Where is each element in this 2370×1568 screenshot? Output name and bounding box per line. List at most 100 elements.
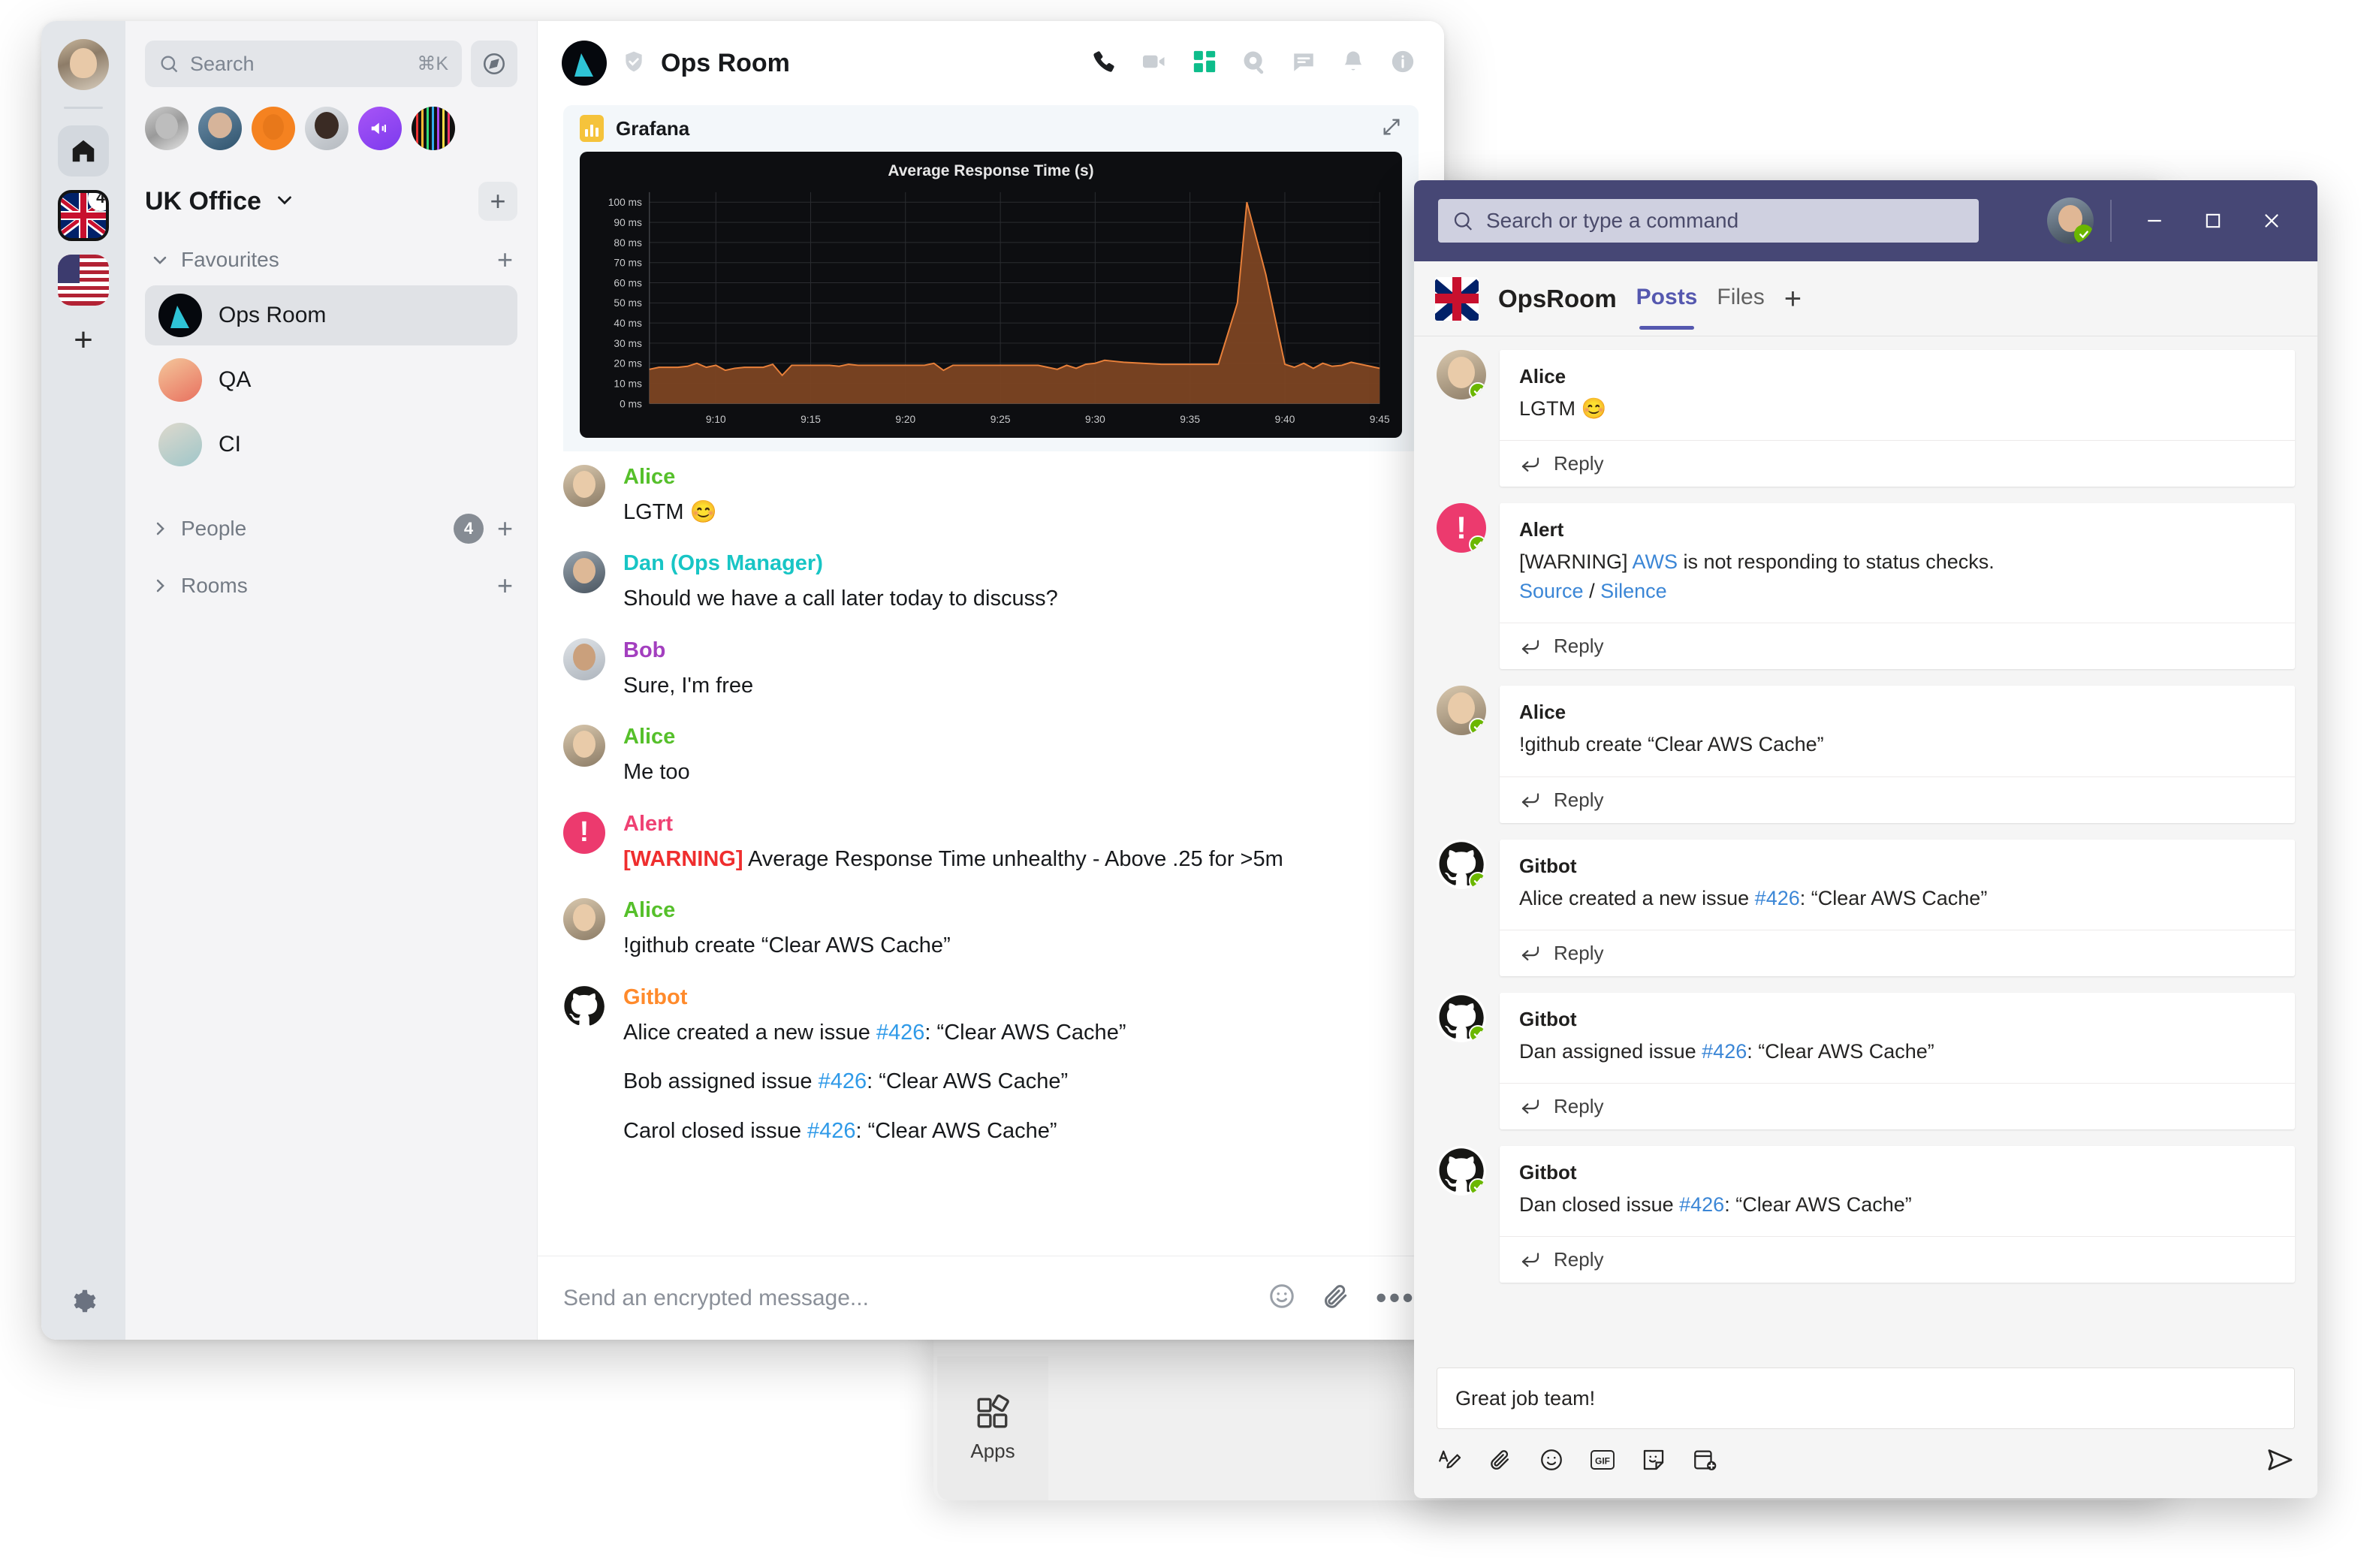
avatar[interactable] [412,107,455,150]
message-text: Carol closed issue #426: “Clear AWS Cach… [623,1115,1419,1148]
add-space-button[interactable]: + [74,324,93,357]
alert-suffix: is not responding to status checks. [1678,550,1995,574]
megaphone-icon [371,122,386,134]
avatar[interactable] [1437,350,1486,400]
threads-icon[interactable] [1291,49,1316,78]
post-sender: Alice [1519,701,1566,724]
user-avatar[interactable] [58,39,109,90]
issue-link[interactable]: #426 [1679,1193,1724,1216]
add-room-button[interactable]: + [497,572,513,599]
add-person-button[interactable]: + [497,515,513,542]
apps-grid-icon[interactable] [1192,49,1217,78]
gitbot-pre: Dan closed issue [1519,1193,1680,1216]
chat-header: Ops Room [538,21,1444,105]
avatar[interactable] [1437,686,1486,736]
apps-button[interactable]: Apps [937,1356,1048,1500]
reply-button[interactable]: Reply [1500,623,2295,669]
gear-icon[interactable] [69,1288,98,1320]
gif-icon[interactable]: GIF [1590,1447,1615,1476]
maximize-button[interactable] [2184,180,2242,261]
people-count-badge: 4 [453,514,484,544]
sidebar-item-ops-room[interactable]: Ops Room [145,285,517,345]
more-options-icon[interactable]: ••• [1376,1282,1416,1313]
message-input[interactable]: Send an encrypted message... [563,1286,1242,1311]
search-icon[interactable] [1241,49,1267,78]
silence-link[interactable]: Silence [1600,580,1667,602]
sidebar-space-uk-office[interactable]: 4 [58,190,109,241]
sidebar-item-qa[interactable]: QA [145,350,517,410]
reply-button[interactable]: Reply [1500,1082,2295,1129]
close-button[interactable] [2242,180,2301,261]
emoji-icon[interactable] [1539,1447,1564,1476]
avatar[interactable] [563,638,605,680]
aws-link[interactable]: AWS [1633,550,1678,573]
alert-icon: ! [1437,503,1486,553]
teams-search-input[interactable]: Search or type a command [1438,199,1979,243]
chevron-down-icon[interactable] [273,188,296,215]
format-icon[interactable] [1437,1447,1462,1476]
attach-icon[interactable] [1488,1447,1513,1476]
video-icon[interactable] [1141,48,1168,79]
emoji-icon[interactable] [1268,1282,1296,1314]
minimize-button[interactable] [2125,180,2184,261]
message-text: Bob assigned issue #426: “Clear AWS Cach… [623,1066,1419,1099]
send-button[interactable] [2265,1445,2295,1479]
section-people[interactable]: People 4 + [145,514,517,544]
explore-button[interactable] [471,41,517,87]
reply-button[interactable]: Reply [1500,929,2295,976]
chevron-right-icon [156,579,164,593]
reply-button[interactable]: Reply [1500,1235,2295,1283]
room-name: QA [219,367,252,392]
source-link[interactable]: Source [1519,580,1584,602]
search-icon [161,56,178,73]
call-icon[interactable] [1091,49,1117,78]
sidebar-space-us-office[interactable] [58,255,109,306]
avatar[interactable] [563,551,605,594]
issue-link[interactable]: #426 [807,1119,856,1143]
reply-button[interactable]: Reply [1500,776,2295,823]
expand-icon[interactable] [1381,116,1402,141]
sticker-icon[interactable] [1641,1447,1666,1476]
message-text: Sure, I'm free [623,673,754,698]
section-rooms[interactable]: Rooms + [145,572,517,599]
avatar[interactable] [252,107,295,150]
avatar[interactable] [563,464,605,507]
section-favourites[interactable]: Favourites + [145,246,517,273]
avatar[interactable] [2047,198,2094,244]
meeting-icon[interactable] [1692,1447,1717,1476]
add-favourite-button[interactable]: + [497,246,513,273]
issue-link[interactable]: #426 [1755,887,1800,909]
avatar[interactable] [305,107,348,150]
avatar[interactable] [145,107,188,150]
add-tab-button[interactable]: + [1784,284,1802,314]
screen: + ••• ••• Apps 4 [0,0,2370,1568]
avatar[interactable] [563,725,605,767]
attachment-icon[interactable] [1322,1282,1350,1314]
sidebar-item-ci[interactable]: CI [145,415,517,475]
presence-available-icon [1469,535,1486,553]
teams-post: Alice !github create “Clear AWS Cache” R… [1437,686,2295,823]
room-info-icon[interactable] [1390,49,1416,78]
message-sender: Dan (Ops Manager) [623,551,823,576]
teams-message-input[interactable]: Great job team! [1437,1367,2295,1429]
issue-link[interactable]: #426 [876,1021,925,1045]
announcement-avatar[interactable] [358,107,402,150]
reply-button[interactable]: Reply [1500,440,2295,487]
add-room-button[interactable]: + [478,182,517,221]
issue-link[interactable]: #426 [1702,1040,1747,1063]
search-input[interactable]: Search ⌘K [145,41,462,87]
home-space-button[interactable] [58,125,109,176]
post-sender: Alert [1519,518,1564,541]
message-sender: Bob [623,638,666,662]
issue-link[interactable]: #426 [819,1069,867,1093]
avatar[interactable] [563,898,605,941]
tab-posts[interactable]: Posts [1636,285,1697,330]
svg-text:90 ms: 90 ms [614,217,642,228]
svg-text:70 ms: 70 ms [614,258,642,269]
teams-compose-area: Great job team! GIF [1414,1367,2317,1498]
post-text: !github create “Clear AWS Cache” [1519,733,1824,756]
avatar[interactable] [198,107,242,150]
post-sender: Gitbot [1519,1007,1577,1030]
tab-files[interactable]: Files [1717,285,1764,313]
notifications-icon[interactable] [1340,49,1366,78]
